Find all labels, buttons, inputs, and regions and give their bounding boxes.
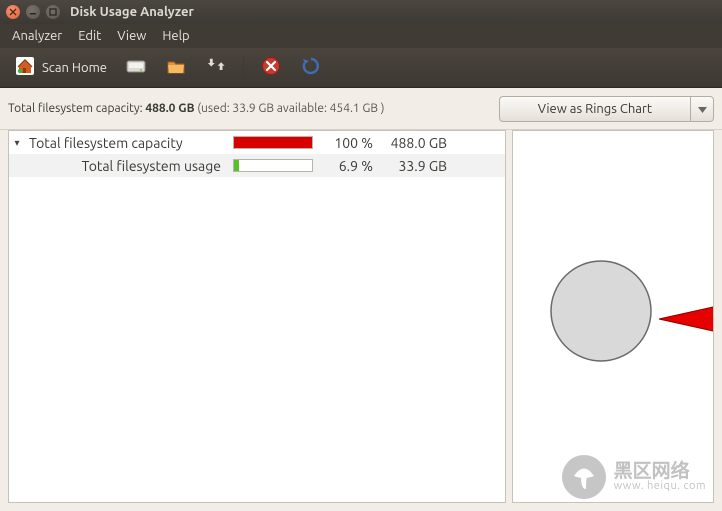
harddisk-icon — [125, 56, 147, 79]
chart-pane — [512, 130, 714, 503]
filesystem-capacity-text: Total filesystem capacity: 488.0 GB (use… — [8, 102, 385, 115]
usage-bar — [233, 159, 313, 172]
menu-view[interactable]: View — [109, 26, 154, 46]
folder-icon — [165, 56, 187, 79]
network-transfer-icon — [205, 56, 227, 79]
menubar: Analyzer Edit View Help — [0, 24, 722, 48]
usage-bar-fill — [234, 160, 239, 171]
scan-filesystem-button[interactable] — [119, 53, 153, 83]
watermark-text: 黑区网络 www. heiqu. com — [614, 461, 706, 492]
window-minimize-button[interactable] — [26, 5, 40, 19]
fs-detail: (used: 33.9 GB available: 454.1 GB ) — [195, 102, 385, 115]
disclosure-triangle-icon[interactable]: ▾ — [11, 137, 23, 149]
titlebar: Disk Usage Analyzer — [0, 0, 722, 24]
fs-label: Total filesystem capacity: — [8, 102, 145, 115]
row-percent: 100 % — [319, 135, 373, 151]
window-title: Disk Usage Analyzer — [70, 5, 194, 19]
usage-bar-fill — [234, 137, 312, 148]
menu-analyzer[interactable]: Analyzer — [4, 26, 70, 46]
row-percent: 6.9 % — [319, 158, 373, 174]
mushroom-icon — [562, 455, 606, 499]
scan-home-button[interactable]: Scan Home — [8, 53, 113, 83]
menu-help[interactable]: Help — [154, 26, 197, 46]
rings-chart — [513, 205, 713, 405]
stop-button[interactable] — [254, 53, 288, 83]
table-row[interactable]: Total filesystem usage 6.9 % 33.9 GB — [9, 154, 505, 177]
fs-capacity-value: 488.0 GB — [145, 102, 194, 115]
refresh-icon — [301, 56, 321, 79]
menu-edit[interactable]: Edit — [70, 26, 109, 46]
row-label: Total filesystem capacity — [29, 135, 227, 151]
infobar: Total filesystem capacity: 488.0 GB (use… — [0, 88, 722, 130]
toolbar-separator — [243, 55, 244, 81]
view-selector-label[interactable]: View as Rings Chart — [499, 96, 690, 122]
toolbar: Scan Home — [0, 48, 722, 88]
scan-folder-button[interactable] — [159, 53, 193, 83]
table-row[interactable]: ▾ Total filesystem capacity 100 % 488.0 … — [9, 131, 505, 154]
stop-icon — [261, 56, 281, 79]
watermark: 黑区网络 www. heiqu. com — [562, 455, 706, 499]
view-selector[interactable]: View as Rings Chart — [499, 96, 714, 122]
refresh-button[interactable] — [294, 53, 328, 83]
row-label: Total filesystem usage — [29, 158, 227, 174]
watermark-line1: 黑区网络 — [614, 461, 706, 481]
tree-pane[interactable]: ▾ Total filesystem capacity 100 % 488.0 … — [8, 130, 506, 503]
window-close-button[interactable] — [6, 5, 20, 19]
scan-remote-button[interactable] — [199, 53, 233, 83]
watermark-line2: www. heiqu. com — [614, 481, 706, 493]
usage-bar — [233, 136, 313, 149]
chevron-down-icon — [698, 102, 707, 116]
row-size: 33.9 GB — [379, 158, 451, 174]
scan-home-label: Scan Home — [42, 61, 107, 75]
view-selector-dropdown[interactable] — [690, 96, 714, 122]
home-icon — [14, 55, 36, 80]
row-size: 488.0 GB — [379, 135, 451, 151]
content-area: ▾ Total filesystem capacity 100 % 488.0 … — [0, 130, 722, 511]
window-maximize-button[interactable] — [46, 5, 60, 19]
